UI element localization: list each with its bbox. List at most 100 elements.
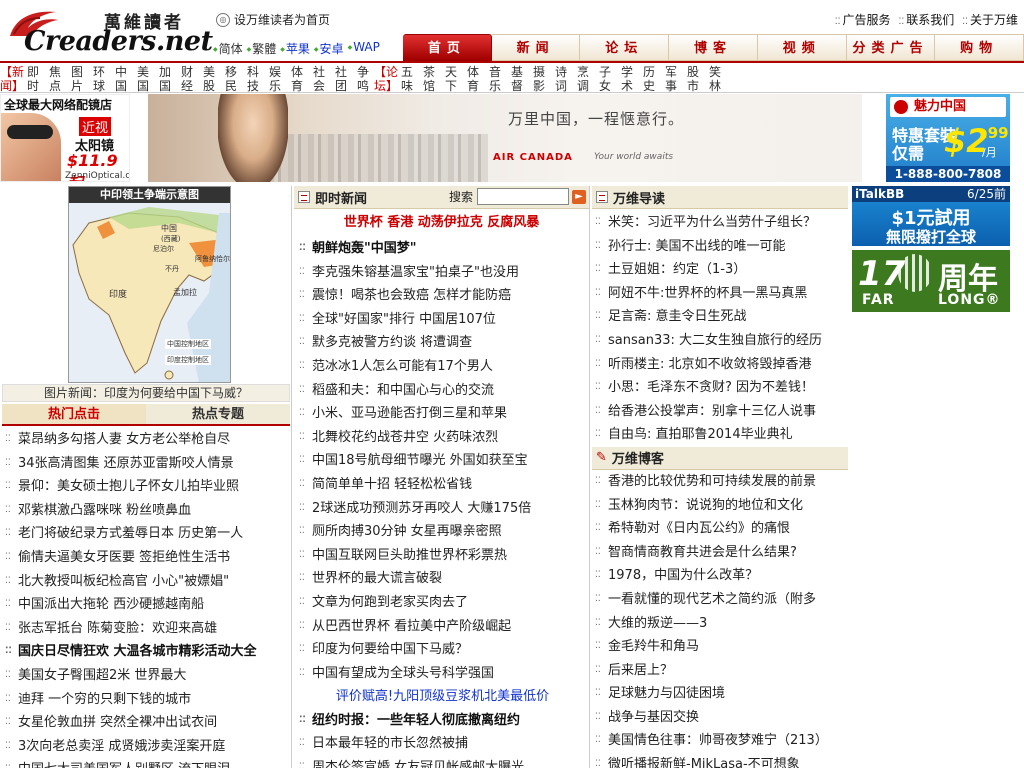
- subnav-link[interactable]: 体育: [286, 63, 308, 93]
- nav-tab-news[interactable]: 新闻: [491, 34, 581, 61]
- news-item[interactable]: 从巴西世界杯 看拉美中产阶级崛起: [296, 615, 589, 639]
- subnav-link[interactable]: 【论坛】: [374, 63, 398, 93]
- nav-tab-forum[interactable]: 论坛: [580, 34, 670, 61]
- subnav-link[interactable]: 美股: [198, 63, 220, 93]
- subnav-link[interactable]: 争鸣: [352, 63, 374, 93]
- nav-tab-classifieds[interactable]: 分类广告: [846, 34, 936, 61]
- subnav-link[interactable]: 音乐: [484, 63, 506, 93]
- tab-hot-clicks[interactable]: 热门点击: [2, 404, 146, 424]
- blog-item[interactable]: 战争与基因交换: [592, 706, 848, 730]
- subnav-link[interactable]: 环球: [88, 63, 110, 93]
- subnav-link[interactable]: 美国: [132, 63, 154, 93]
- subnav-link[interactable]: 焦点: [44, 63, 66, 93]
- subnav-link[interactable]: 学术: [616, 63, 638, 93]
- search-go-icon[interactable]: ►: [572, 189, 587, 204]
- guide-item[interactable]: 土豆姐姐：约定（1-3）: [592, 258, 848, 282]
- subnav-link[interactable]: 移民: [220, 63, 242, 93]
- subnav-link[interactable]: 图片: [66, 63, 88, 93]
- guide-item[interactable]: 足言斋: 意圭令日生死战: [592, 305, 848, 329]
- subnav-link[interactable]: 茶馆: [418, 63, 440, 93]
- photo-news-caption[interactable]: 图片新闻：印度为何要给中国下马威？: [2, 384, 290, 402]
- tab-hot-topics[interactable]: 热点专题: [146, 404, 290, 424]
- nav-tab-home[interactable]: 首页: [403, 34, 492, 61]
- news-item[interactable]: 中国互联网巨头助推世界杯彩票热: [296, 544, 589, 568]
- subnav-link[interactable]: 子女: [594, 63, 616, 93]
- hot-click-item[interactable]: 张志军抵台 陈菊变脸：欢迎来高雄: [2, 617, 290, 641]
- subnav-link[interactable]: 摄影: [528, 63, 550, 93]
- guide-item[interactable]: 孙行士: 美国不出线的唯一可能: [592, 235, 848, 259]
- subnav-link[interactable]: 财经: [176, 63, 198, 93]
- guide-item[interactable]: 米笑：习近平为什么当劳什子组长？: [592, 211, 848, 235]
- news-item[interactable]: 厕所肉搏30分钟 女星再曝亲密照: [296, 520, 589, 544]
- set-homepage-link[interactable]: ◎ 设万维读者为首页: [216, 11, 330, 28]
- subnav-link[interactable]: 中国: [110, 63, 132, 93]
- news-item[interactable]: 小米、亚马逊能否打倒三星和苹果: [296, 402, 589, 426]
- ad-service-link[interactable]: 广告服务: [835, 11, 890, 28]
- news-item[interactable]: 李克强朱镕基温家宝"拍桌子"也没用: [296, 261, 589, 285]
- subnav-link[interactable]: 社会: [308, 63, 330, 93]
- hot-click-item[interactable]: 迪拜 一个穷的只剩下钱的城市: [2, 688, 290, 712]
- news-item[interactable]: 震惊！喝茶也会致癌 怎样才能防癌: [296, 284, 589, 308]
- nav-tab-blog[interactable]: 博客: [669, 34, 758, 61]
- hot-click-item[interactable]: 菜昂纳多勾搭人妻 女方老公举枪自尽: [2, 428, 290, 452]
- hot-click-item[interactable]: 景仰：美女硕士抱儿子怀女儿拍毕业照: [2, 475, 290, 499]
- site-logo[interactable]: 萬維讀者 Creaders.net: [6, 4, 213, 60]
- news-item[interactable]: 中国18号航母细节曝光 外国如获至宝: [296, 449, 589, 473]
- news-item[interactable]: 日本最年轻的市长忽然被捕: [296, 732, 589, 756]
- hot-click-item[interactable]: 3次向老总卖淫 成贤娥涉卖淫案开庭: [2, 735, 290, 759]
- subnav-link[interactable]: 体育: [462, 63, 484, 93]
- blog-item[interactable]: 美国情色往事：帅哥夜梦难宁（213）: [592, 729, 848, 753]
- blog-item[interactable]: 微听播报新鲜-MikLasa-不可想象: [592, 753, 848, 768]
- subnav-link[interactable]: 社团: [330, 63, 352, 93]
- news-item[interactable]: 世界杯的最大谎言破裂: [296, 567, 589, 591]
- news-item[interactable]: 文章为何跑到老家买肉去了: [296, 591, 589, 615]
- news-item[interactable]: 北舞校花约战苍井空 火药味浓烈: [296, 426, 589, 450]
- lang-traditional-link[interactable]: 繁體: [247, 40, 276, 57]
- lang-simplified-link[interactable]: 简体: [213, 40, 243, 57]
- hot-click-item[interactable]: 邓紫棋激凸露咪咪 粉丝喷鼻血: [2, 499, 290, 523]
- blog-item[interactable]: 一看就懂的现代艺术之简约派（附多: [592, 588, 848, 612]
- blog-item[interactable]: 1978，中国为什么改革？: [592, 564, 848, 588]
- ad-phone-plan[interactable]: 魅力中国 特惠套裝 仅需 $2 .99 /月 1-888-800-7808: [886, 94, 1010, 182]
- ad-glasses[interactable]: 全球最大网络配镜店 近视 太阳镜 $11.9 起 ZenniOptical.co…: [0, 94, 130, 182]
- news-item[interactable]: 评价赋高!九阳顶级豆浆机北美最低价: [296, 685, 589, 709]
- guide-item[interactable]: 给香港公投掌声：别拿十三亿人说事: [592, 400, 848, 424]
- ad-air-canada[interactable]: 万里中国，一程惬意行。 AIR CANADA Your world awaits: [148, 94, 862, 182]
- wap-link[interactable]: WAP: [348, 40, 380, 57]
- news-item[interactable]: 默多克被警方约谈 将遭调查: [296, 331, 589, 355]
- news-item[interactable]: 全球"好国家"排行 中国居107位: [296, 308, 589, 332]
- subnav-link[interactable]: 天下: [440, 63, 462, 93]
- hot-click-item[interactable]: 美国女子臀围超2米 世界最大: [2, 664, 290, 688]
- subnav-link[interactable]: 加国: [154, 63, 176, 93]
- blog-item[interactable]: 足球魅力与囚徒困境: [592, 682, 848, 706]
- subnav-link[interactable]: 娱乐: [264, 63, 286, 93]
- hot-click-item[interactable]: 国庆日尽情狂欢 大温各城市精彩活动大全: [2, 640, 290, 664]
- ad-farlong[interactable]: 17 周年 FAR LONG®: [852, 250, 1010, 312]
- guide-item[interactable]: 小思：毛泽东不贪财? 因为不差钱！: [592, 376, 848, 400]
- guide-item[interactable]: sansan33: 大二女生独自旅行的经历: [592, 329, 848, 353]
- blog-item[interactable]: 香港的比较优势和可持续发展的前景: [592, 470, 848, 494]
- blog-item[interactable]: 希特勒对《日内瓦公约》的痛恨: [592, 517, 848, 541]
- android-app-link[interactable]: 安卓: [314, 40, 344, 57]
- news-item[interactable]: 2球迷成功预测苏牙再咬人 大赚175倍: [296, 497, 589, 521]
- hot-click-item[interactable]: 女星伦敦血拼 突然全裸冲出试衣间: [2, 711, 290, 735]
- blog-item[interactable]: 玉林狗肉节：说说狗的地位和文化: [592, 494, 848, 518]
- subnav-link[interactable]: 历史: [638, 63, 660, 93]
- hot-topics-line[interactable]: 世界杯 香港 动荡伊拉克 反腐风暴: [294, 209, 589, 237]
- nav-tab-video[interactable]: 视频: [757, 34, 847, 61]
- ad-italkbb[interactable]: iTalkBB 6/25前 $1元試用 無限撥打全球: [852, 186, 1010, 246]
- news-item[interactable]: 简简单单十招 轻轻松松省钱: [296, 473, 589, 497]
- subnav-link[interactable]: 科技: [242, 63, 264, 93]
- news-item[interactable]: 朝鲜炮轰"中国梦": [296, 237, 589, 261]
- photo-news-map[interactable]: 中印领土争端示意图 中国 (西藏) 印度 孟加拉 尼泊尔 不丹 阿鲁纳恰尔邦 中…: [68, 186, 231, 383]
- hot-click-item[interactable]: 老门将破纪录方式羞辱日本 历史第一人: [2, 522, 290, 546]
- news-item[interactable]: 纽约时报：一些年轻人彻底撤离纽约: [296, 709, 589, 733]
- subnav-link[interactable]: 诗词: [550, 63, 572, 93]
- guide-item[interactable]: 听雨楼主: 北京如不收敛将毁掉香港: [592, 353, 848, 377]
- subnav-link[interactable]: 笑林: [704, 63, 726, 93]
- news-item[interactable]: 中国有望成为全球头号科学强国: [296, 662, 589, 686]
- subnav-link[interactable]: 军事: [660, 63, 682, 93]
- search-input[interactable]: [477, 188, 570, 205]
- subnav-link[interactable]: 股市: [682, 63, 704, 93]
- guide-item[interactable]: 阿妞不牛:世界杯的杯具一黑马真黑: [592, 282, 848, 306]
